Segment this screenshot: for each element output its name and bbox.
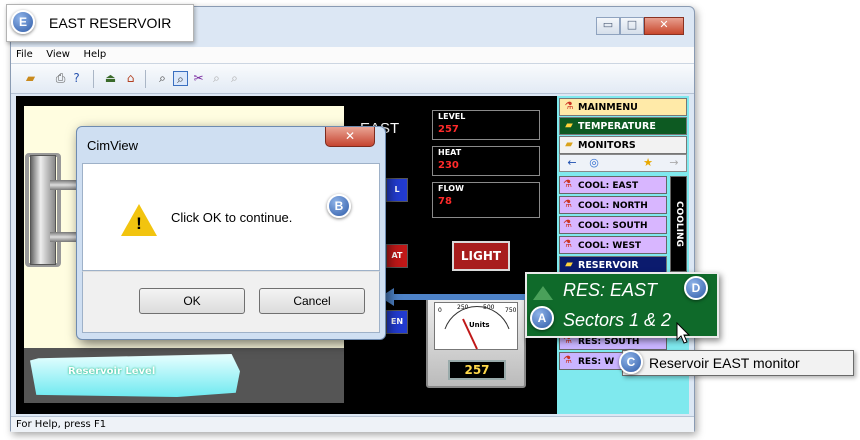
tooltip: C Reservoir EAST monitor: [619, 350, 854, 376]
star-icon[interactable]: ★: [638, 156, 658, 170]
level-label: LEVEL: [438, 112, 466, 121]
gauge-needle: [444, 305, 510, 350]
toolbar: ▰ ⎙ ? ⏏ ⌂ ⌕ ⌕ ✂ ⌕ ⌕: [11, 64, 694, 94]
menu-file[interactable]: File: [11, 47, 38, 62]
toolbar-separator: [93, 70, 94, 88]
cool-west-button[interactable]: ⚗ COOL: WEST: [559, 236, 667, 254]
cool-west-label: COOL: WEST: [578, 241, 642, 251]
back-arrow-icon[interactable]: ←: [562, 156, 582, 170]
res-west-label: RES: W: [578, 357, 615, 367]
sidebar-monitors[interactable]: ▰ MONITORS: [559, 136, 687, 154]
warning-icon-mark: !: [136, 214, 142, 233]
menu-bar: File View Help: [11, 47, 694, 64]
cool-north-button[interactable]: ⚗ COOL: NORTH: [559, 196, 667, 214]
maximize-button[interactable]: □: [620, 17, 644, 35]
home-icon[interactable]: ⌂: [123, 71, 138, 86]
status-bar: For Help, press F1: [11, 416, 694, 432]
blank-nav-slot: [610, 156, 630, 170]
dialog-message: Click OK to continue.: [171, 210, 293, 225]
folder-icon: ▰: [565, 259, 573, 270]
folder-icon: ▰: [565, 120, 573, 131]
callout-arrow: [392, 294, 526, 300]
forward-arrow-icon[interactable]: →: [664, 156, 684, 170]
cool-south-label: COOL: SOUTH: [578, 221, 648, 231]
badge-a: A: [530, 306, 554, 330]
monitor-icon: ⚗: [563, 355, 572, 366]
cool-south-button[interactable]: ⚗ COOL: SOUTH: [559, 216, 667, 234]
level-value: 257: [438, 124, 459, 135]
menu-help[interactable]: Help: [78, 47, 111, 62]
cancel-button[interactable]: Cancel: [259, 288, 365, 314]
sidebar-monitors-label: MONITORS: [578, 140, 636, 151]
sidebar-temperature[interactable]: ▰ TEMPERATURE: [559, 117, 687, 135]
heat-readout: HEAT 230: [432, 146, 540, 176]
reservoir-level-bar: Reservoir Level: [30, 354, 240, 397]
badge-e: E: [11, 10, 35, 34]
reservoir-level-label: Reservoir Level: [68, 366, 156, 377]
cool-east-button[interactable]: ⚗ COOL: EAST: [559, 176, 667, 194]
folder-icon: ▰: [565, 139, 573, 150]
tools-icon[interactable]: ✂: [191, 71, 206, 86]
zoom-in-icon[interactable]: ⌕: [209, 71, 224, 86]
monitor-icon: ⚗: [563, 199, 572, 210]
mainmenu-icon: ⚗: [564, 101, 574, 112]
sidebar-nav-row: ← ◎ ★ →: [559, 154, 687, 172]
minimize-button[interactable]: ▭: [596, 17, 620, 35]
triangle-icon: [533, 286, 553, 300]
window-controls: ▭ □ ✕: [596, 17, 688, 35]
menu-view[interactable]: View: [41, 47, 75, 62]
dialog-footer: OK Cancel: [82, 271, 380, 333]
sidebar-temperature-label: TEMPERATURE: [578, 121, 656, 132]
window-title: EAST RESERVOIR: [49, 15, 172, 31]
flow-readout: FLOW 78: [432, 182, 540, 218]
sidebar-mainmenu-label: MAINMENU: [578, 102, 638, 113]
flow-label: FLOW: [438, 184, 464, 193]
mouse-cursor-icon: [676, 322, 691, 344]
monitor-icon: ⚗: [563, 239, 572, 250]
heat-value: 230: [438, 160, 459, 171]
monitor-icon: ⚗: [563, 179, 572, 190]
globe-icon[interactable]: ◎: [584, 156, 604, 170]
canvas-button-l[interactable]: L: [386, 178, 408, 202]
callout-line2: Sectors 1 & 2: [563, 310, 672, 330]
print-icon[interactable]: ⎙: [53, 71, 68, 86]
light-button[interactable]: LIGHT: [452, 241, 510, 271]
zoom-out-icon[interactable]: ⌕: [227, 71, 242, 86]
monitor-icon: ⚗: [563, 219, 572, 230]
up-level-icon[interactable]: ⏏: [103, 71, 118, 86]
dialog-body: ! Click OK to continue. B: [82, 163, 380, 271]
badge-c: C: [619, 350, 643, 374]
canvas-button-heat[interactable]: AT: [386, 244, 408, 268]
sidebar-reservoir-label: RESERVOIR: [578, 260, 639, 271]
cooling-tab[interactable]: COOLING: [670, 176, 687, 272]
tooltip-text: Reservoir EAST monitor: [649, 355, 800, 371]
heat-label: HEAT: [438, 148, 462, 157]
dialog-title: CimView: [87, 138, 139, 153]
canvas-button-open[interactable]: EN: [386, 310, 408, 334]
toolbar-separator: [145, 70, 146, 88]
gauge-face: 0 250 500 750 Units: [434, 302, 518, 350]
help-pointer-icon[interactable]: ?: [69, 71, 84, 86]
res-south-label: RES: SOUTH: [578, 337, 640, 347]
badge-b: B: [327, 194, 351, 218]
dialog-close-button[interactable]: ✕: [325, 127, 375, 147]
gauge-value: 257: [448, 360, 506, 380]
cool-north-label: COOL: NORTH: [578, 201, 648, 211]
cimview-dialog: CimView ✕ ! Click OK to continue. B OK C…: [76, 126, 386, 340]
units-gauge: 0 250 500 750 Units 257: [426, 296, 526, 388]
open-folder-icon[interactable]: ▰: [23, 71, 38, 86]
badge-d: D: [684, 276, 708, 300]
ok-button[interactable]: OK: [139, 288, 245, 314]
flow-value: 78: [438, 196, 452, 207]
zoom-box-icon[interactable]: ⌕: [173, 71, 188, 86]
callout-line1: RES: EAST: [563, 280, 658, 300]
valve-cylinder: [30, 155, 56, 265]
close-button[interactable]: ✕: [644, 17, 684, 35]
sidebar-mainmenu[interactable]: ⚗ MAINMENU: [559, 98, 687, 116]
zoom-icon[interactable]: ⌕: [155, 71, 170, 86]
window-title-tab: E EAST RESERVOIR: [6, 4, 194, 42]
cool-east-label: COOL: EAST: [578, 181, 639, 191]
level-readout: LEVEL 257: [432, 110, 540, 140]
